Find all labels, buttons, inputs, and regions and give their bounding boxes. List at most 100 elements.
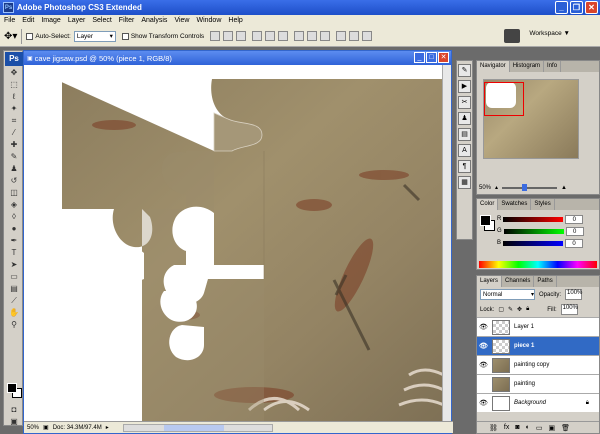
align-vcenter-icon[interactable] xyxy=(223,31,234,41)
blur-tool-icon[interactable]: ◊ xyxy=(6,211,22,222)
notes-tool-icon[interactable]: ▤ xyxy=(6,283,22,294)
blue-value[interactable]: 0 xyxy=(565,238,584,248)
quick-mask-icon[interactable]: ◘ xyxy=(6,404,22,415)
screen-mode-icon[interactable]: ▣ xyxy=(6,416,22,427)
color-spectrum[interactable] xyxy=(479,261,597,268)
dodge-tool-icon[interactable]: ● xyxy=(6,223,22,234)
distribute-hcenter-icon[interactable] xyxy=(349,31,360,41)
menu-filter[interactable]: Filter xyxy=(119,17,135,24)
tab-histogram[interactable]: Histogram xyxy=(510,61,545,72)
new-group-icon[interactable]: ▭ xyxy=(536,424,543,432)
history-brush-icon[interactable]: ↺ xyxy=(6,175,22,186)
layer-row-painting[interactable]: painting xyxy=(477,374,599,393)
menu-image[interactable]: Image xyxy=(41,17,60,24)
auto-select-dropdown[interactable]: Layer ▾ xyxy=(73,30,116,42)
status-arrow-icon[interactable]: ▸ xyxy=(106,424,109,431)
distribute-bottom-icon[interactable] xyxy=(320,31,331,41)
menu-edit[interactable]: Edit xyxy=(22,17,34,24)
show-transform-checkbox[interactable] xyxy=(121,32,129,40)
navigator-zoom-value[interactable]: 50% xyxy=(479,185,491,191)
lock-all-icon[interactable]: 🔒︎ xyxy=(526,306,529,313)
foreground-color-swatch[interactable] xyxy=(7,383,17,393)
path-select-icon[interactable]: ➤ xyxy=(6,259,22,270)
menu-help[interactable]: Help xyxy=(228,17,242,24)
tab-navigator[interactable]: Navigator xyxy=(477,61,510,72)
menu-window[interactable]: Window xyxy=(196,17,221,24)
blue-slider[interactable] xyxy=(503,240,564,246)
restore-button[interactable]: ❐ xyxy=(570,1,583,14)
blend-mode-dropdown[interactable]: Normal ▾ xyxy=(480,289,535,300)
shape-tool-icon[interactable]: ▭ xyxy=(6,271,22,282)
align-left-icon[interactable] xyxy=(252,31,263,41)
bridge-icon[interactable] xyxy=(504,29,520,43)
marquee-tool-icon[interactable]: ⬚ xyxy=(6,79,22,90)
healing-brush-icon[interactable]: ✚ xyxy=(6,139,22,150)
eye-hidden-icon[interactable] xyxy=(479,380,488,389)
tab-channels[interactable]: Channels xyxy=(502,276,535,287)
auto-select-checkbox[interactable] xyxy=(26,32,34,40)
distribute-top-icon[interactable] xyxy=(294,31,305,41)
layer-comps-icon[interactable]: ▦ xyxy=(458,176,471,189)
lasso-tool-icon[interactable]: ℓ xyxy=(6,91,22,102)
menu-view[interactable]: View xyxy=(174,17,189,24)
eye-icon[interactable]: 👁︎ xyxy=(479,361,488,370)
eye-icon[interactable]: 👁︎ xyxy=(479,323,488,332)
align-bottom-icon[interactable] xyxy=(236,31,247,41)
tab-color[interactable]: Color xyxy=(477,199,499,210)
stamp-tool-icon[interactable]: ♟ xyxy=(6,163,22,174)
lock-position-icon[interactable]: ✥ xyxy=(517,306,522,313)
link-layers-icon[interactable]: ⛓ xyxy=(489,424,498,432)
actions-icon[interactable]: ▶ xyxy=(458,80,471,93)
zoom-in-icon[interactable]: ▲ xyxy=(561,185,567,191)
menu-select[interactable]: Select xyxy=(92,17,111,24)
lock-pixels-icon[interactable]: ✎ xyxy=(508,306,513,313)
align-top-icon[interactable] xyxy=(210,31,221,41)
horizontal-scrollbar[interactable] xyxy=(122,423,273,432)
eyedropper-tool-icon[interactable]: ⟋ xyxy=(6,295,22,306)
zoom-tool-icon[interactable]: ⚲ xyxy=(6,319,22,330)
clone-source-icon[interactable]: ♟ xyxy=(458,112,471,125)
fill-input[interactable]: 100% xyxy=(560,304,578,315)
type-tool-icon[interactable]: T xyxy=(6,247,22,258)
menu-analysis[interactable]: Analysis xyxy=(141,17,167,24)
layer-row-painting-copy[interactable]: 👁︎ painting copy xyxy=(477,355,599,374)
layer-mask-icon[interactable]: ◙ xyxy=(515,424,519,431)
vertical-scrollbar[interactable] xyxy=(442,65,451,422)
move-tool-icon[interactable]: ✥ xyxy=(6,67,22,78)
eyedropper-icon[interactable]: ⁄ xyxy=(6,127,22,138)
minimize-button[interactable]: _ xyxy=(555,1,568,14)
tab-paths[interactable]: Paths xyxy=(534,276,557,287)
layer-row-piece-1[interactable]: 👁︎ piece 1 xyxy=(477,336,599,355)
layer-style-icon[interactable]: fx xyxy=(504,424,509,431)
tab-info[interactable]: Info xyxy=(544,61,562,72)
crop-tool-icon[interactable]: ⌗ xyxy=(6,115,22,126)
navigator-zoom-slider[interactable] xyxy=(502,183,558,191)
hand-tool-icon[interactable]: ✋ xyxy=(6,307,22,318)
paragraph-icon[interactable]: ¶ xyxy=(458,160,471,173)
distribute-vcenter-icon[interactable] xyxy=(307,31,318,41)
menu-layer[interactable]: Layer xyxy=(68,17,86,24)
character-icon[interactable]: A xyxy=(458,144,471,157)
image-canvas[interactable] xyxy=(24,65,444,422)
new-layer-icon[interactable]: ▣ xyxy=(548,424,555,432)
navigator-view-box[interactable] xyxy=(484,82,524,116)
brushes-icon[interactable]: ✎ xyxy=(458,64,471,77)
zoom-level[interactable]: 50% xyxy=(27,425,39,431)
eye-icon[interactable]: 👁︎ xyxy=(479,399,488,408)
magic-wand-icon[interactable]: ✦ xyxy=(6,103,22,114)
eraser-icon[interactable]: ◫ xyxy=(6,187,22,198)
brush-tool-icon[interactable]: ✎ xyxy=(6,151,22,162)
red-value[interactable]: 0 xyxy=(565,214,584,224)
tab-swatches[interactable]: Swatches xyxy=(498,199,532,210)
opacity-input[interactable]: 100% xyxy=(565,289,582,300)
status-menu-icon[interactable]: ▣ xyxy=(43,424,49,431)
green-slider[interactable] xyxy=(503,228,564,234)
green-value[interactable]: 0 xyxy=(565,226,584,236)
doc-maximize-button[interactable]: □ xyxy=(426,52,437,63)
tab-layers[interactable]: Layers xyxy=(477,276,503,287)
zoom-out-icon[interactable]: ▴ xyxy=(495,184,498,191)
pen-tool-icon[interactable]: ✒ xyxy=(6,235,22,246)
move-tool-icon[interactable]: ✥▾ xyxy=(4,31,17,42)
doc-close-button[interactable]: ✕ xyxy=(438,52,449,63)
paint-bucket-icon[interactable]: ◈ xyxy=(6,199,22,210)
